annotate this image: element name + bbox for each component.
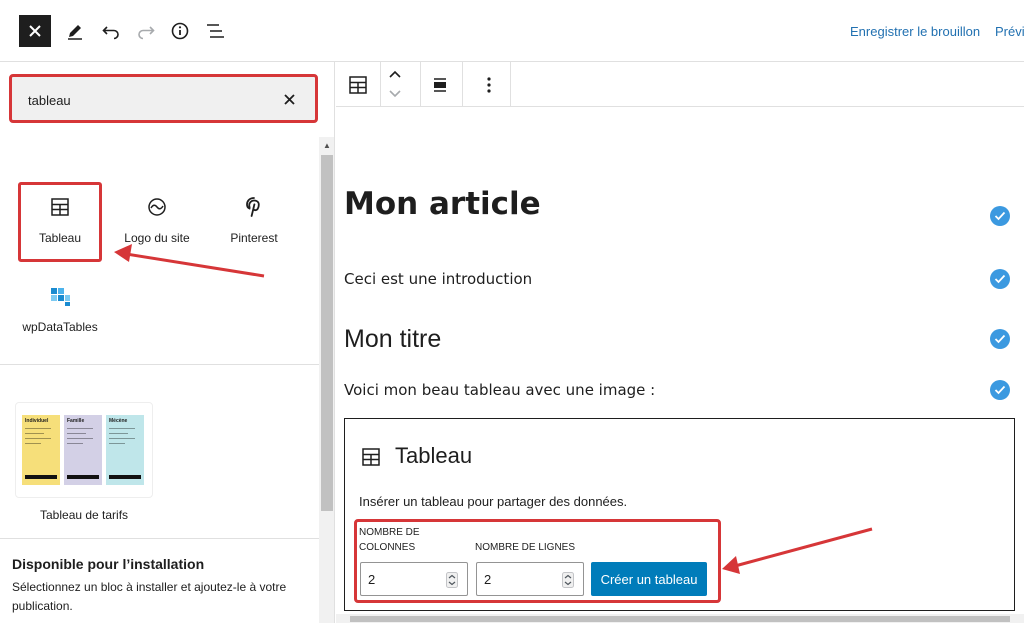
block-result-wpdatatables[interactable]: wpDataTables	[18, 274, 102, 354]
more-options-button[interactable]	[474, 70, 504, 100]
check-icon	[990, 380, 1010, 400]
scrollbar-thumb[interactable]	[321, 155, 333, 511]
chevron-up-icon	[389, 70, 401, 78]
undo-button[interactable]	[97, 17, 125, 45]
post-heading-2[interactable]: Mon titre	[344, 325, 441, 354]
pattern-column: Individuel	[22, 415, 60, 485]
more-vertical-icon	[487, 77, 491, 93]
rows-input[interactable]: 2	[476, 562, 584, 596]
placeholder-title: Tableau	[395, 443, 473, 468]
table-icon	[51, 198, 69, 216]
redo-button[interactable]	[132, 17, 160, 45]
align-wide-icon	[434, 78, 446, 92]
table-placeholder: Tableau Insérer un tableau pour partager…	[344, 418, 1015, 611]
horizontal-scrollbar[interactable]	[336, 614, 1024, 623]
pattern-column-title: Mécène	[109, 418, 128, 424]
columns-label: Nombre de colonnes	[359, 527, 420, 553]
pattern-label: Tableau de tarifs	[40, 508, 129, 522]
pattern-column-title: Individuel	[25, 418, 49, 424]
top-toolbar: Enregistrer le brouillon Prévis	[0, 0, 1024, 62]
pinterest-icon	[246, 197, 260, 217]
check-icon	[990, 206, 1010, 226]
paragraph-table-intro[interactable]: Voici mon beau tableau avec une image :	[344, 381, 655, 399]
undo-icon	[102, 26, 119, 40]
rows-value: 2	[484, 572, 492, 587]
scroll-up-arrow[interactable]: ▲	[319, 137, 334, 153]
available-title: Disponible pour l’installation	[12, 556, 205, 572]
block-type-button[interactable]	[343, 70, 373, 100]
preview-button[interactable]: Prévis	[995, 24, 1024, 39]
post-heading-1[interactable]: Mon article	[344, 186, 541, 222]
create-table-button[interactable]: Créer un tableau	[591, 562, 707, 596]
table-icon	[349, 76, 367, 94]
details-button[interactable]	[166, 17, 194, 45]
paragraph-intro[interactable]: Ceci est une introduction	[344, 270, 532, 288]
pattern-column: Famille	[64, 415, 102, 485]
block-result-label: Pinterest	[230, 231, 278, 245]
close-icon	[29, 25, 41, 37]
table-size-form: Nombre de colonnes Nombre de lignes 2 2 …	[354, 519, 721, 603]
columns-value: 2	[368, 572, 376, 587]
info-icon	[171, 22, 189, 40]
rows-label: Nombre de lignes	[475, 542, 576, 553]
spinner-icon[interactable]	[561, 572, 575, 588]
redo-icon	[138, 26, 155, 40]
pattern-column: Mécène	[106, 415, 144, 485]
block-result-site-logo[interactable]: Logo du site	[115, 185, 199, 265]
pencil-icon	[68, 25, 82, 40]
tools-button[interactable]	[61, 17, 89, 45]
block-inserter-panel: ▲ Tableau Logo du site Pinterest wpDataT…	[0, 62, 335, 623]
spinner-icon[interactable]	[445, 572, 459, 588]
check-icon	[990, 269, 1010, 289]
table-icon	[362, 448, 380, 466]
pattern-pricing-table[interactable]: Individuel Famille Mécène	[15, 402, 153, 498]
clear-search-button[interactable]	[279, 89, 299, 109]
list-view-button[interactable]	[201, 17, 229, 45]
search-box	[9, 74, 318, 123]
search-input[interactable]	[28, 90, 258, 110]
block-toolbar	[336, 62, 1024, 107]
block-result-pinterest[interactable]: Pinterest	[212, 185, 296, 265]
block-result-label: Tableau	[38, 231, 82, 245]
site-logo-icon	[148, 198, 166, 216]
save-draft-button[interactable]: Enregistrer le brouillon	[850, 24, 980, 39]
section-divider	[0, 538, 319, 539]
check-icon	[990, 329, 1010, 349]
block-result-label: wpDataTables	[22, 320, 98, 334]
placeholder-description: Insérer un tableau pour partager des don…	[359, 494, 628, 509]
chevron-down-icon	[389, 90, 401, 98]
available-description: Sélectionnez un bloc à installer et ajou…	[12, 580, 287, 613]
list-view-icon	[207, 24, 224, 38]
move-down-button[interactable]	[380, 84, 410, 104]
block-result-label: Logo du site	[124, 231, 190, 245]
close-button[interactable]	[19, 15, 51, 47]
move-up-button[interactable]	[380, 64, 410, 84]
align-button[interactable]	[425, 70, 455, 100]
wpdatatables-icon	[51, 288, 70, 306]
scrollbar[interactable]: ▲	[319, 137, 334, 623]
section-divider	[0, 364, 319, 365]
pattern-column-title: Famille	[67, 418, 85, 424]
close-icon	[283, 93, 295, 105]
block-result-table[interactable]: Tableau	[18, 182, 102, 262]
scrollbar-thumb[interactable]	[350, 616, 1010, 622]
columns-input[interactable]: 2	[360, 562, 468, 596]
